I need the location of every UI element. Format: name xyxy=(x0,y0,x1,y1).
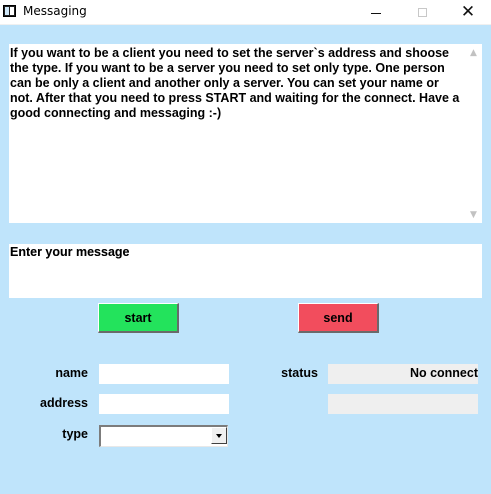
maximize-button[interactable] xyxy=(399,0,445,24)
status-field: No connect xyxy=(328,364,478,384)
type-dropdown-button[interactable] xyxy=(211,427,227,444)
minimize-button[interactable] xyxy=(353,0,399,24)
send-button[interactable]: send xyxy=(298,303,379,333)
address-input[interactable] xyxy=(99,394,229,414)
title-bar[interactable]: Messaging ✕ xyxy=(0,0,491,25)
window-app-icon xyxy=(3,5,16,17)
scroll-up-icon[interactable]: ▲ xyxy=(468,48,479,58)
instructions-scrollbar[interactable]: ▲ ▼ xyxy=(465,44,482,223)
name-label: name xyxy=(55,366,88,380)
chevron-down-icon xyxy=(216,434,222,438)
instructions-text-area[interactable]: If you want to be a client you need to s… xyxy=(9,44,482,223)
status-value: No connect xyxy=(409,366,478,380)
minimize-icon xyxy=(371,12,381,14)
type-label: type xyxy=(62,427,88,441)
message-input-text: Enter your message xyxy=(10,245,130,259)
address-label: address xyxy=(40,396,88,410)
name-input[interactable] xyxy=(99,364,229,384)
status-label: status xyxy=(281,366,318,380)
type-select[interactable] xyxy=(99,425,228,447)
window-title: Messaging xyxy=(23,4,87,18)
maximize-icon xyxy=(417,7,427,17)
close-icon: ✕ xyxy=(460,2,476,22)
start-button[interactable]: start xyxy=(98,303,179,333)
close-button[interactable]: ✕ xyxy=(445,0,491,24)
status-secondary-field xyxy=(328,394,478,414)
scroll-down-icon[interactable]: ▼ xyxy=(468,210,479,220)
instructions-text: If you want to be a client you need to s… xyxy=(10,46,460,120)
